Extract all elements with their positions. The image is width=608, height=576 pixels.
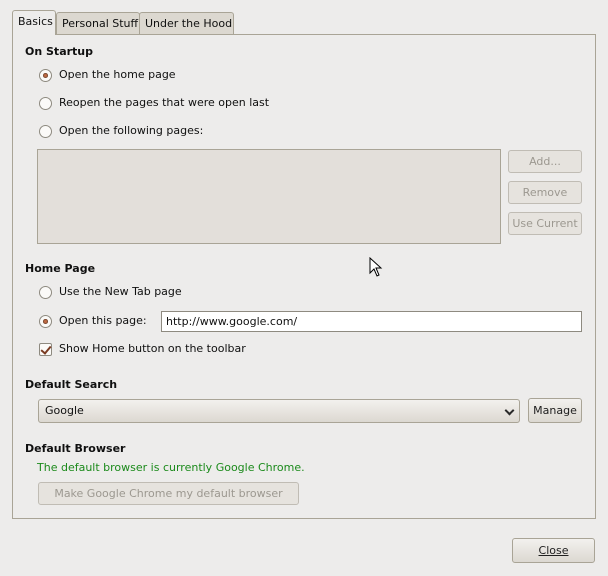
tab-under-the-hood[interactable]: Under the Hood	[139, 12, 234, 34]
remove-page-button-label: Remove	[522, 186, 568, 199]
make-default-browser-button[interactable]: Make Google Chrome my default browser	[38, 482, 299, 505]
on-startup-title: On Startup	[25, 45, 94, 58]
use-current-button-label: Use Current	[512, 217, 578, 230]
open-this-page-label[interactable]: Open this page:	[59, 314, 147, 327]
search-engine-selected: Google	[45, 404, 84, 417]
remove-page-button[interactable]: Remove	[508, 181, 582, 204]
use-current-button[interactable]: Use Current	[508, 212, 582, 235]
make-default-browser-button-label: Make Google Chrome my default browser	[54, 487, 283, 500]
default-search-title: Default Search	[25, 378, 118, 391]
default-browser-status: The default browser is currently Google …	[37, 461, 305, 474]
use-new-tab-radio[interactable]	[39, 286, 52, 299]
home-page-title: Home Page	[25, 262, 96, 275]
search-engine-select[interactable]: Google	[38, 399, 520, 423]
reopen-last-pages-label[interactable]: Reopen the pages that were open last	[59, 96, 269, 109]
open-following-pages-label[interactable]: Open the following pages:	[59, 124, 203, 137]
manage-search-button-label: Manage	[533, 404, 577, 417]
startup-pages-list[interactable]	[37, 149, 501, 244]
open-this-page-radio[interactable]	[39, 315, 52, 328]
add-page-button[interactable]: Add...	[508, 150, 582, 173]
show-home-button-label[interactable]: Show Home button on the toolbar	[59, 342, 246, 355]
chevron-down-icon	[504, 405, 515, 416]
tab-basics[interactable]: Basics	[12, 10, 56, 35]
tab-personal-stuff[interactable]: Personal Stuff	[56, 12, 140, 34]
close-button[interactable]: Close	[512, 538, 595, 563]
default-browser-title: Default Browser	[25, 442, 126, 455]
show-home-button-checkbox[interactable]	[39, 343, 52, 356]
open-following-pages-radio[interactable]	[39, 125, 52, 138]
open-home-page-label[interactable]: Open the home page	[59, 68, 176, 81]
close-button-label: Close	[538, 544, 569, 557]
use-new-tab-label[interactable]: Use the New Tab page	[59, 285, 182, 298]
home-page-url-input[interactable]: http://www.google.com/	[161, 311, 582, 332]
preferences-window: Personal Stuff Under the Hood Basics On …	[0, 0, 608, 576]
mouse-pointer-icon	[369, 257, 383, 277]
add-page-button-label: Add...	[529, 155, 561, 168]
reopen-last-pages-radio[interactable]	[39, 97, 52, 110]
manage-search-button[interactable]: Manage	[528, 398, 582, 423]
home-page-url-value: http://www.google.com/	[166, 315, 298, 328]
open-home-page-radio[interactable]	[39, 69, 52, 82]
